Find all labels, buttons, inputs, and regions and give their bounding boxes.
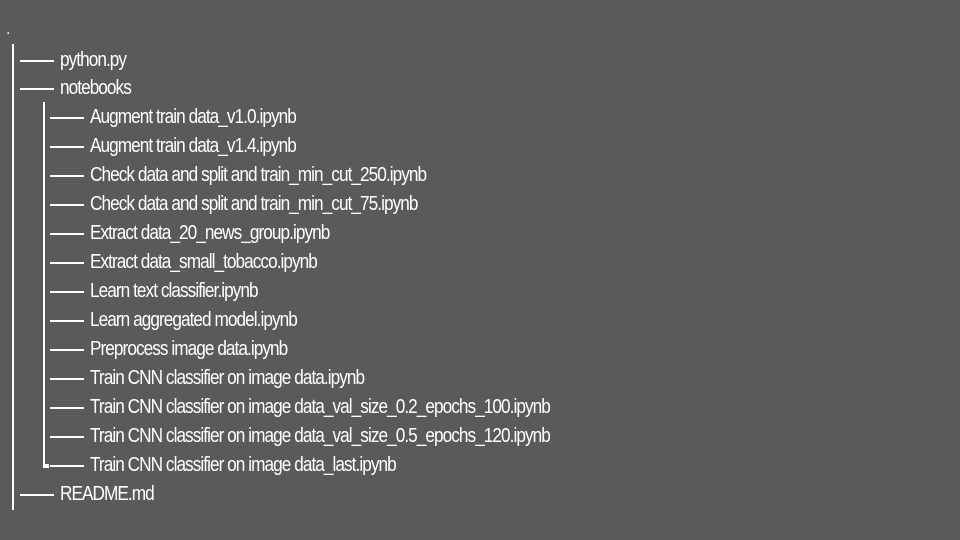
tree-connector [50, 464, 84, 467]
tree-connector [50, 203, 84, 206]
tree-item-notebook[interactable]: Augment train data_v1.4.ipynb [50, 132, 329, 161]
tree-item-label: README.md [60, 483, 155, 505]
tree-item-label: Augment train data_v1.4.ipynb [90, 135, 297, 157]
tree-item-notebook[interactable]: Extract data_20_news_group.ipynb [50, 219, 368, 248]
tree-connector [50, 406, 84, 409]
tree-item-label: Check data and split and train_min_cut_2… [90, 164, 427, 186]
tree-item-notebook[interactable]: Learn aggregated model.ipynb [50, 306, 331, 335]
tree-item-python-file[interactable]: python.py [20, 46, 137, 75]
tree-item-notebook[interactable]: Augment train data_v1.0.ipynb [50, 103, 329, 132]
tree-item-notebook[interactable]: Preprocess image data.ipynb [50, 335, 319, 364]
tree-connector [50, 145, 84, 148]
tree-branch-line-root [12, 44, 14, 510]
tree-item-notebook[interactable]: Check data and split and train_min_cut_7… [50, 190, 471, 219]
tree-connector [50, 290, 84, 293]
tree-connector [50, 232, 84, 235]
tree-item-label: Extract data_small_tobacco.ipynb [90, 251, 318, 273]
tree-item-notebook[interactable]: Extract data_small_tobacco.ipynb [50, 248, 354, 277]
tree-item-label: Train CNN classifier on image data_val_s… [90, 396, 551, 418]
tree-item-notebook[interactable]: Learn text classifier.ipynb [50, 277, 285, 306]
tree-connector [20, 59, 54, 62]
tree-item-readme-file[interactable]: README.md [20, 480, 169, 509]
tree-branch-line-notebooks [43, 102, 45, 468]
tree-connector [50, 261, 84, 264]
tree-item-label: Learn text classifier.ipynb [90, 280, 259, 302]
tree-root: . [6, 21, 11, 38]
tree-item-notebook[interactable]: Train CNN classifier on image data_val_s… [50, 393, 625, 422]
tree-connector [20, 87, 54, 90]
tree-item-label: Train CNN classifier on image data_val_s… [90, 425, 551, 447]
tree-connector [50, 174, 84, 177]
tree-item-notebook[interactable]: Train CNN classifier on image data_last.… [50, 451, 446, 480]
tree-item-label: notebooks [60, 77, 132, 99]
tree-connector [50, 319, 84, 322]
tree-item-label: Train CNN classifier on image data_last.… [90, 454, 397, 476]
tree-branch-corner [45, 464, 49, 468]
tree-connector [50, 377, 84, 380]
tree-item-label: Check data and split and train_min_cut_7… [90, 193, 418, 215]
tree-folder-notebooks[interactable]: notebooks [20, 74, 142, 103]
tree-connector [50, 348, 84, 351]
tree-item-label: Train CNN classifier on image data.ipynb [90, 367, 365, 389]
tree-connector [20, 493, 54, 496]
tree-item-notebook[interactable]: Train CNN classifier on image data_val_s… [50, 422, 625, 451]
tree-item-label: Learn aggregated model.ipynb [90, 309, 298, 331]
tree-item-notebook[interactable]: Check data and split and train_min_cut_2… [50, 161, 481, 190]
tree-item-label: Extract data_20_news_group.ipynb [90, 222, 330, 244]
tree-connector [50, 116, 84, 119]
tree-connector [50, 435, 84, 438]
tree-item-label: Preprocess image data.ipynb [90, 338, 288, 360]
tree-item-label: Augment train data_v1.0.ipynb [90, 106, 297, 128]
tree-item-label: python.py [60, 49, 127, 71]
tree-item-notebook[interactable]: Train CNN classifier on image data.ipynb [50, 364, 409, 393]
